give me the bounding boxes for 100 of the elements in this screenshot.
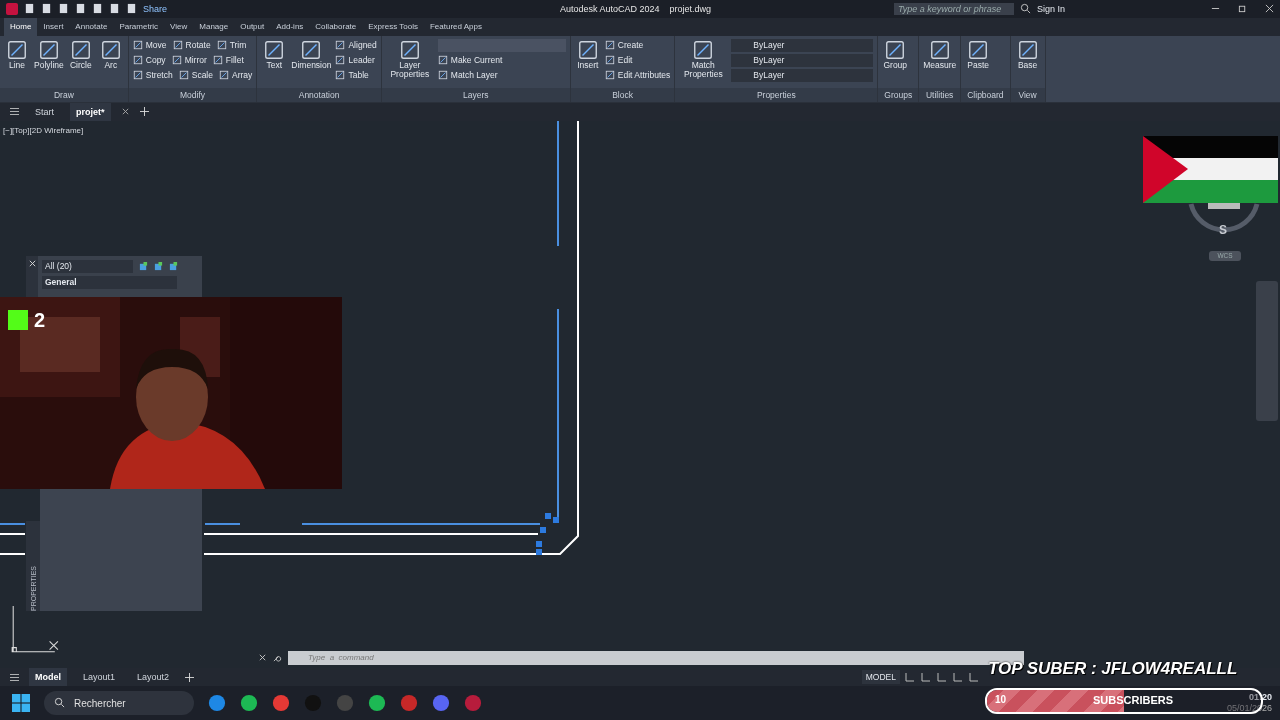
ribbon-tool-button[interactable]: Text	[261, 38, 288, 88]
close-icon[interactable]	[258, 653, 267, 663]
ribbon-tool-button[interactable]: Edit	[604, 53, 633, 67]
restore-icon[interactable]	[1238, 4, 1247, 14]
panel-title[interactable]: Draw	[0, 87, 128, 102]
toolbar-icon[interactable]	[126, 3, 137, 15]
ribbon-tool-button[interactable]: Create	[604, 38, 644, 52]
layout-tab[interactable]: Model	[29, 668, 67, 687]
close-icon[interactable]	[27, 258, 37, 268]
status-toggle-icon[interactable]	[920, 671, 932, 684]
ribbon-tool-button[interactable]: Arc	[97, 38, 124, 88]
add-icon[interactable]	[185, 672, 195, 682]
ribbon-tool-button[interactable]: Circle	[67, 38, 94, 88]
status-toggle-icon[interactable]	[904, 671, 916, 684]
panel-title[interactable]: Utilities	[919, 87, 961, 102]
viewport-label[interactable]: [−][Top][2D Wireframe]	[3, 125, 84, 135]
ribbon-tab[interactable]: Annotate	[69, 17, 114, 36]
viewcube-ring-icon[interactable]	[1186, 202, 1262, 235]
ribbon-tab[interactable]: Add-ins	[270, 17, 310, 36]
ribbon-tool-button[interactable]: Trim	[216, 38, 247, 52]
app-icon[interactable]	[208, 694, 226, 712]
close-icon[interactable]	[120, 107, 130, 117]
close-icon[interactable]	[1265, 4, 1274, 14]
ribbon-tool-button[interactable]: Array	[219, 68, 253, 82]
panel-title[interactable]: Groups	[878, 87, 919, 102]
menu-icon[interactable]	[10, 672, 19, 682]
ribbon-tool-button[interactable]: Make Current	[437, 53, 503, 67]
ribbon-tool-button[interactable]: Leader	[335, 53, 375, 67]
ribbon-tool-button[interactable]: Table	[335, 68, 369, 82]
ribbon-tab[interactable]: Insert	[37, 17, 70, 36]
ribbon-tab[interactable]: View	[164, 17, 194, 36]
property-dropdown[interactable]: ByLayer	[731, 68, 874, 82]
file-tab[interactable]: Start	[29, 102, 60, 121]
status-toggle-icon[interactable]	[936, 671, 948, 684]
ribbon-tab[interactable]: Express Tools	[362, 17, 424, 36]
ribbon-tool-button[interactable]: Match Properties	[679, 38, 728, 88]
panel-title[interactable]: Clipboard	[961, 87, 1010, 102]
ribbon-tool-button[interactable]: Move	[132, 38, 167, 52]
status-toggle-icon[interactable]	[968, 671, 980, 684]
app-icon[interactable]	[432, 694, 450, 712]
layer-dropdown[interactable]: General	[42, 275, 177, 289]
layout-tab[interactable]: Layout2	[131, 668, 176, 687]
ribbon-tab[interactable]: Manage	[193, 17, 235, 36]
ribbon-tab[interactable]: Featured Apps	[423, 17, 488, 36]
ribbon-tab[interactable]: Parametric	[113, 17, 165, 36]
compass-direction[interactable]: S	[1219, 222, 1227, 237]
property-dropdown[interactable]: ByLayer	[731, 38, 874, 52]
ribbon-tool-button[interactable]: Copy	[132, 53, 166, 67]
app-icon[interactable]	[240, 694, 258, 712]
share-button[interactable]: Share	[143, 4, 168, 14]
panel-title[interactable]: Block	[570, 87, 675, 102]
toolbar-icon[interactable]	[24, 3, 35, 15]
search-icon[interactable]	[54, 697, 65, 708]
start-icon[interactable]	[12, 694, 30, 712]
status-toggle-icon[interactable]	[952, 671, 964, 684]
panel-title[interactable]: Modify	[128, 87, 257, 102]
toolbar-icon[interactable]	[58, 3, 69, 15]
ribbon-tool-button[interactable]: Fillet	[212, 53, 244, 67]
ribbon-tab[interactable]: Output	[234, 17, 271, 36]
ribbon-tool-button[interactable]: Dimension	[291, 38, 332, 88]
ribbon-tool-button[interactable]: Aligned	[335, 38, 377, 52]
property-dropdown[interactable]: ByLayer	[731, 53, 874, 67]
ribbon-tool-button[interactable]: Layer Properties	[385, 38, 434, 88]
ribbon-tool-button[interactable]: Scale	[178, 68, 213, 82]
app-icon[interactable]	[400, 694, 418, 712]
filter-dropdown[interactable]: All (20)	[42, 259, 133, 273]
toolbar-icon[interactable]	[41, 3, 52, 15]
toolbar-icon[interactable]	[75, 3, 86, 15]
ribbon-tool-button[interactable]: Base	[1014, 38, 1041, 88]
toolbar-icon[interactable]	[92, 3, 103, 15]
search-field[interactable]: Type a keyword or phrase	[893, 3, 1014, 15]
model-space-button[interactable]: MODEL	[861, 670, 900, 685]
ribbon-tool-button[interactable]: Match Layer	[437, 68, 498, 82]
app-icon[interactable]	[368, 694, 386, 712]
ribbon-tool-button[interactable]: Polyline	[34, 38, 64, 88]
ribbon-tool-button[interactable]: Measure	[923, 38, 957, 88]
layer-tool-icon[interactable]	[169, 261, 178, 271]
toolbar-icon[interactable]	[109, 3, 120, 15]
layer-tool-icon[interactable]	[154, 261, 163, 271]
layout-tab[interactable]: Layout1	[77, 668, 122, 687]
panel-title[interactable]: Annotation	[257, 87, 381, 102]
panel-title[interactable]: View	[1010, 87, 1045, 102]
ribbon-tool-button[interactable]: Insert	[574, 38, 601, 88]
wrench-icon[interactable]	[273, 653, 282, 663]
ribbon-tab[interactable]: Collaborate	[309, 17, 363, 36]
search-icon[interactable]	[1019, 3, 1031, 15]
ribbon-tool-button[interactable]: Edit Attributes	[604, 68, 671, 82]
ribbon-tool-button[interactable]: Paste	[965, 38, 992, 88]
ribbon-tool-button[interactable]: Stretch	[132, 68, 173, 82]
ribbon-tool-button[interactable]: Rotate	[172, 38, 211, 52]
ribbon-tool-button[interactable]: Group	[882, 38, 909, 88]
layer-tool-icon[interactable]	[139, 261, 148, 271]
app-icon[interactable]	[272, 694, 290, 712]
menu-icon[interactable]	[10, 107, 19, 117]
sign-in-button[interactable]: Sign In	[1036, 4, 1065, 14]
ribbon-tool-button[interactable]: Mirror	[171, 53, 207, 67]
panel-title[interactable]: Layers	[381, 87, 570, 102]
panel-title[interactable]: Properties	[675, 87, 878, 102]
add-icon[interactable]	[139, 107, 149, 117]
ribbon-tool-button[interactable]: Line	[4, 38, 30, 88]
